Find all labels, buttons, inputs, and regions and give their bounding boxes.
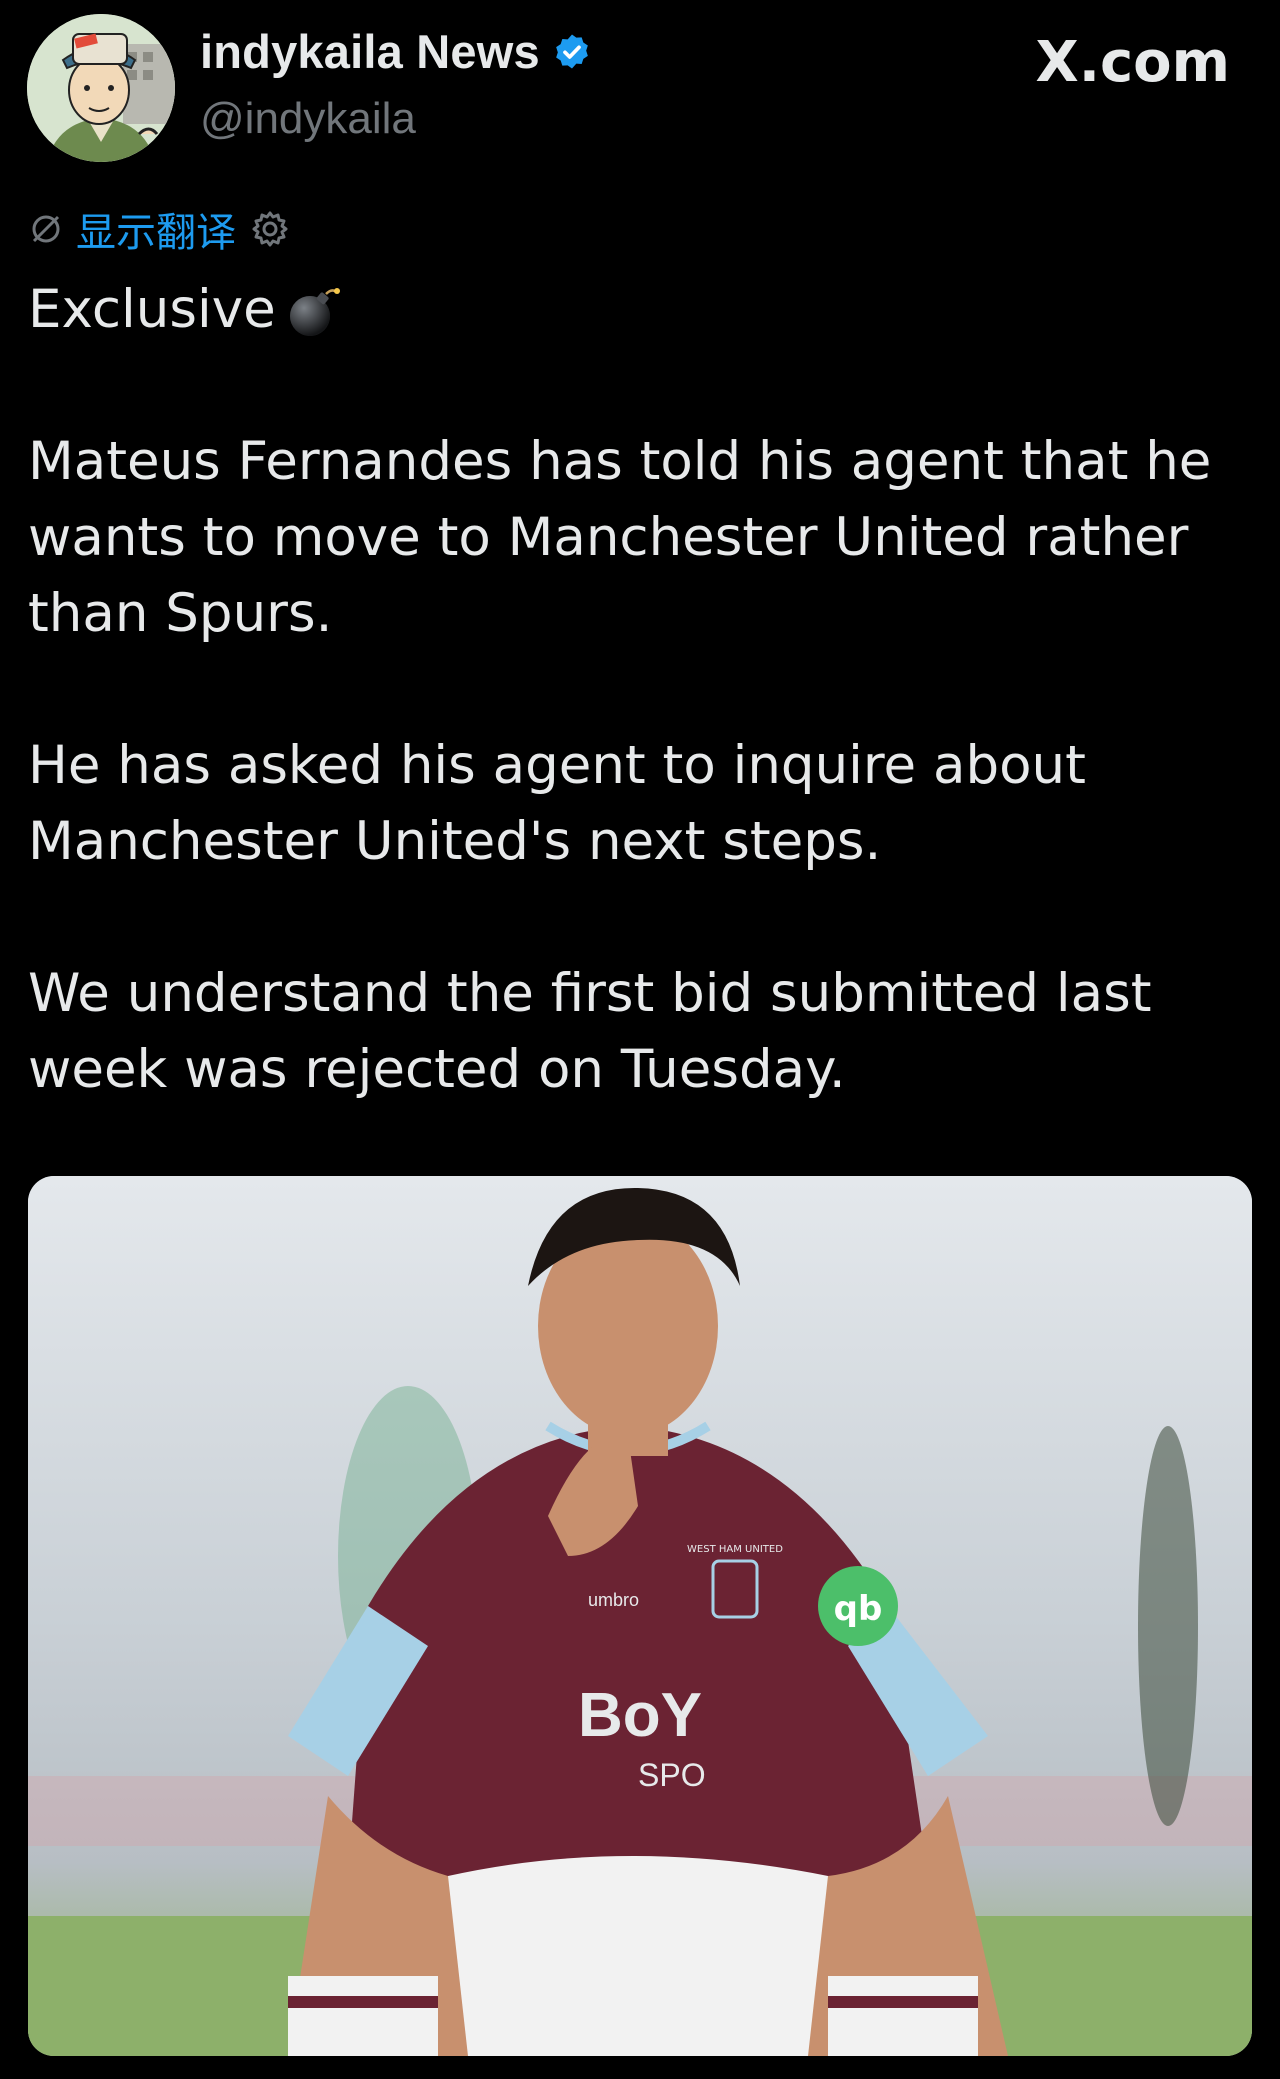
tweet-header: indykaila News @indykaila X.com xyxy=(0,0,1280,180)
author-display-name[interactable]: indykaila News xyxy=(200,24,540,79)
bomb-emoji-icon xyxy=(286,284,342,340)
tweet-paragraph-2: He has asked his agent to inquire about … xyxy=(28,735,1086,872)
site-brand: X.com xyxy=(1035,30,1230,95)
verified-badge-icon xyxy=(552,32,592,72)
shirt-sponsor-sub: SPO xyxy=(638,1757,706,1793)
translate-row: 显示翻译 xyxy=(28,200,292,258)
tweet-text: Exclusive Mateus Fernandes has told his … xyxy=(28,272,1258,1108)
tweet-first-line: Exclusive xyxy=(28,272,1258,348)
shirt-sponsor: BoY xyxy=(578,1681,702,1750)
show-translation-link[interactable]: 显示翻译 xyxy=(76,200,236,258)
tweet-paragraph-3: We understand the first bid submitted la… xyxy=(28,963,1152,1100)
avatar-illustration xyxy=(27,14,175,162)
tweet-exclusive-label: Exclusive xyxy=(28,279,276,340)
avatar[interactable] xyxy=(27,14,175,162)
gear-icon[interactable] xyxy=(248,207,292,251)
author-handle[interactable]: @indykaila xyxy=(200,94,416,144)
tweet-media-image[interactable]: qb WEST HAM UNITED umbro BoY SPO xyxy=(28,1176,1252,2056)
tweet-paragraph-1: Mateus Fernandes has told his agent that… xyxy=(28,431,1212,644)
slashed-globe-icon xyxy=(28,211,64,247)
crest-text: WEST HAM UNITED xyxy=(687,1544,783,1555)
name-row: indykaila News xyxy=(200,24,592,79)
kit-brand: umbro xyxy=(588,1590,639,1610)
footballer-photo: qb WEST HAM UNITED umbro BoY SPO xyxy=(28,1176,1252,2056)
sponsor-badge: qb xyxy=(834,1589,883,1629)
